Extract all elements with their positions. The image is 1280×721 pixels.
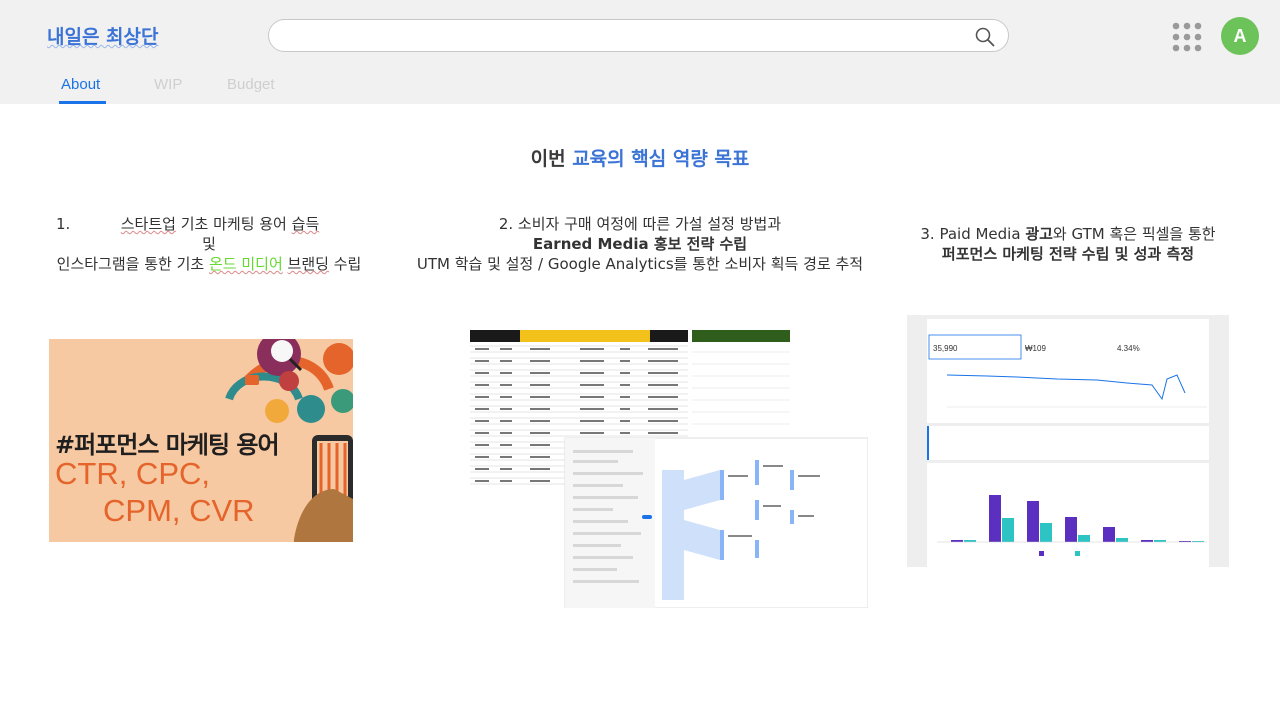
marketing-terms-line3: CPM, CVR xyxy=(103,493,255,528)
goal-1-line3-e: 수립 xyxy=(328,255,362,273)
utm-analytics-screenshot xyxy=(470,330,868,608)
tab-budget[interactable]: Budget xyxy=(227,76,275,93)
active-tab-indicator xyxy=(59,101,106,104)
marketing-terms-title: #퍼포먼스 마케팅 용어 xyxy=(55,431,280,459)
goal-1-line2: 및 xyxy=(202,235,216,253)
goal-3-line2: 퍼포먼스 마케팅 전략 수립 및 성과 측정 xyxy=(898,244,1238,264)
paid-media-dashboard-screenshot: 35,990 ₩109 4.34% xyxy=(907,315,1229,567)
tab-about[interactable]: About xyxy=(61,76,100,93)
goal-2-bold: Earned Media 홍보 전략 수립 xyxy=(532,235,748,253)
top-bar: 내일은 최상단 A About WIP Budget xyxy=(0,0,1280,104)
goal-1-word-startup: 스타트업 xyxy=(120,215,176,233)
tab-wip[interactable]: WIP xyxy=(154,76,182,93)
marketing-terms-line2: CTR, CPC, xyxy=(55,456,210,491)
goal-3-line1-c: 와 GTM 혹은 픽셀을 통한 xyxy=(1052,225,1216,243)
apps-grid-icon[interactable] xyxy=(1172,22,1202,52)
goal-1-line3-a: 인스타그램을 통한 기초 xyxy=(56,255,209,273)
site-title[interactable]: 내일은 최상단 xyxy=(47,22,159,49)
goal-3-line1-a: 3. Paid Media xyxy=(920,225,1026,243)
search-icon[interactable] xyxy=(974,26,996,48)
owned-media-text: 온드 미디어 xyxy=(208,255,283,273)
user-avatar[interactable]: A xyxy=(1221,17,1259,55)
stat-3-value: 4.34% xyxy=(1117,344,1140,353)
goal-1-word-learn: 습득 xyxy=(291,215,320,233)
goal-3-word-ad: 광고 xyxy=(1025,225,1053,243)
marketing-terms-image: #퍼포먼스 마케팅 용어 CTR, CPC, CPM, CVR xyxy=(49,339,353,542)
heading-prefix: 이번 xyxy=(530,148,566,170)
goal-2-line2: Earned Media 홍보 전략 수립 xyxy=(410,234,870,254)
goal-2: 2. 소비자 구매 여정에 따른 가설 설정 방법과 Earned Media … xyxy=(410,214,870,274)
goal-1-line3: 인스타그램을 통한 기초 온드 미디어 브랜딩 수립 xyxy=(50,254,368,274)
search-input[interactable] xyxy=(285,20,969,53)
goal-1-word-branding: 브랜딩 xyxy=(287,255,329,273)
goal-2-line1: 2. 소비자 구매 여정에 따른 가설 설정 방법과 xyxy=(498,215,782,233)
goal-1-number: 1. xyxy=(56,215,71,233)
search-bar[interactable] xyxy=(268,19,1009,53)
section-heading: 이번 교육의 핵심 역량 목표 xyxy=(0,144,1280,171)
goal-2-line3: UTM 학습 및 설정 / Google Analytics를 통한 소비자 획… xyxy=(416,255,864,273)
goal-3-bold: 퍼포먼스 마케팅 전략 수립 및 성과 측정 xyxy=(941,245,1195,263)
heading-highlight: 교육의 핵심 역량 목표 xyxy=(572,148,750,170)
goal-1-text: 기초 마케팅 용어 xyxy=(175,215,292,233)
goal-1-line1: 1. 스타트업 기초 마케팅 용어 습득 xyxy=(50,214,368,234)
stat-1-value: 35,990 xyxy=(933,344,958,353)
stat-2-value: ₩109 xyxy=(1025,344,1046,353)
goal-3-line1: 3. Paid Media 광고와 GTM 혹은 픽셀을 통한 xyxy=(898,224,1238,244)
goal-3: 3. Paid Media 광고와 GTM 혹은 픽셀을 통한 퍼포먼스 마케팅… xyxy=(898,224,1238,264)
goal-1: 1. 스타트업 기초 마케팅 용어 습득 및 인스타그램을 통한 기초 온드 미… xyxy=(50,214,368,274)
